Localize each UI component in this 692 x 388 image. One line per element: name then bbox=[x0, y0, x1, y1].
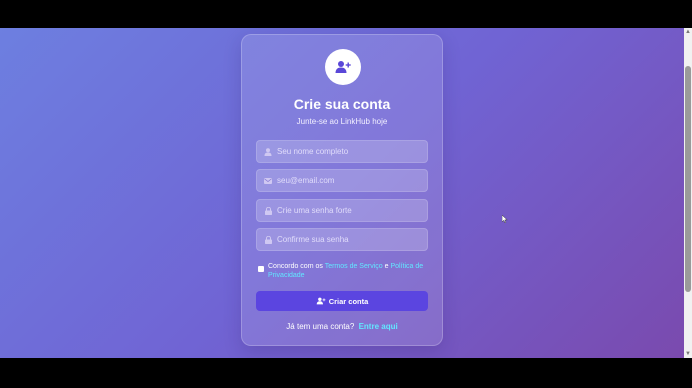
confirm-password-input[interactable] bbox=[277, 235, 417, 244]
scroll-down-arrow-icon[interactable]: ▼ bbox=[684, 350, 692, 358]
signup-card: Crie sua conta Junte-se ao LinkHub hoje bbox=[241, 34, 443, 346]
envelope-icon bbox=[259, 177, 277, 184]
create-account-button[interactable]: Criar conta bbox=[256, 291, 428, 311]
terms-text: Concordo com os Termos de Serviço e Polí… bbox=[268, 262, 430, 280]
terms-prefix: Concordo com os bbox=[268, 263, 323, 270]
vertical-scrollbar[interactable]: ▲ ▼ bbox=[684, 28, 692, 358]
scrollbar-thumb[interactable] bbox=[685, 66, 691, 292]
scroll-up-arrow-icon[interactable]: ▲ bbox=[684, 28, 692, 36]
name-input[interactable] bbox=[277, 147, 417, 156]
page-title: Crie sua conta bbox=[293, 96, 391, 112]
login-prompt-text: Já tem uma conta? bbox=[286, 322, 355, 331]
user-plus-icon bbox=[316, 297, 326, 305]
create-account-label: Criar conta bbox=[328, 296, 369, 306]
terms-conjunction: e bbox=[384, 263, 389, 270]
top-black-bar bbox=[0, 0, 692, 28]
login-link[interactable]: Entre aqui bbox=[359, 322, 398, 331]
mouse-cursor-icon bbox=[502, 215, 508, 223]
avatar bbox=[325, 49, 361, 85]
page-subtitle: Junte-se ao LinkHub hoje bbox=[296, 117, 388, 126]
bottom-black-bar bbox=[0, 358, 692, 388]
name-field[interactable] bbox=[256, 140, 428, 163]
terms-checkbox[interactable] bbox=[258, 266, 264, 272]
page-viewport: Crie sua conta Junte-se ao LinkHub hoje bbox=[0, 28, 684, 358]
email-input[interactable] bbox=[277, 176, 417, 185]
terms-agreement: Concordo com os Termos de Serviço e Polí… bbox=[258, 262, 430, 280]
user-plus-icon bbox=[335, 61, 351, 73]
user-icon bbox=[259, 147, 277, 156]
password-field[interactable] bbox=[256, 199, 428, 222]
email-field[interactable] bbox=[256, 169, 428, 192]
login-prompt: Já tem uma conta? Entre aqui bbox=[242, 322, 442, 331]
confirm-password-field[interactable] bbox=[256, 228, 428, 251]
password-input[interactable] bbox=[277, 206, 417, 215]
lock-icon bbox=[259, 206, 277, 215]
terms-of-service-link[interactable]: Termos de Serviço bbox=[325, 263, 383, 270]
lock-icon bbox=[259, 235, 277, 244]
